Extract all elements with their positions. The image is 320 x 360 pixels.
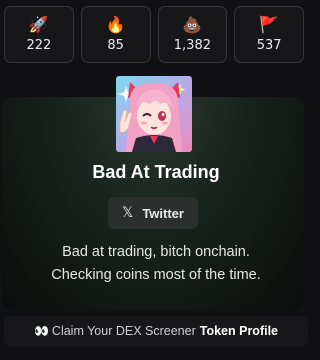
token-avatar [116,76,192,152]
red-flag-reaction-button[interactable]: 🚩 537 [234,6,304,63]
reaction-stats: 🚀 222 🔥 85 💩 1,382 🚩 537 [4,6,304,63]
x-logo-icon: 𝕏 [122,205,134,221]
claim-text: Claim Your DEX Screener [51,324,196,338]
description-line-1: Bad at trading, bitch onchain. [62,244,250,260]
poop-reaction-button[interactable]: 💩 1,382 [157,6,228,63]
anime-girl-avatar-image [116,76,192,152]
poop-icon: 💩 [182,15,203,34]
red-flag-icon: 🚩 [259,15,280,34]
fire-reaction-button[interactable]: 🔥 85 [80,6,151,63]
poop-count: 1,382 [173,38,211,53]
claim-token-profile-button[interactable]: 👀 Claim Your DEX Screener Token Profile [4,316,308,346]
rocket-reaction-button[interactable]: 🚀 222 [4,6,74,63]
red-flag-count: 537 [256,38,282,53]
fire-count: 85 [107,38,124,53]
fire-icon: 🔥 [105,15,126,34]
twitter-link-button[interactable]: 𝕏 Twitter [108,197,198,229]
twitter-button-label: Twitter [142,205,184,221]
description-line-2: Checking coins most of the time. [51,267,261,283]
claim-bold-text: Token Profile [199,324,279,338]
rocket-icon: 🚀 [28,15,49,34]
rocket-count: 222 [26,38,52,53]
token-title: Bad At Trading [92,162,220,182]
eyes-icon: 👀 [33,324,49,338]
token-description: Bad at trading, bitch onchain. Checking … [0,241,312,287]
